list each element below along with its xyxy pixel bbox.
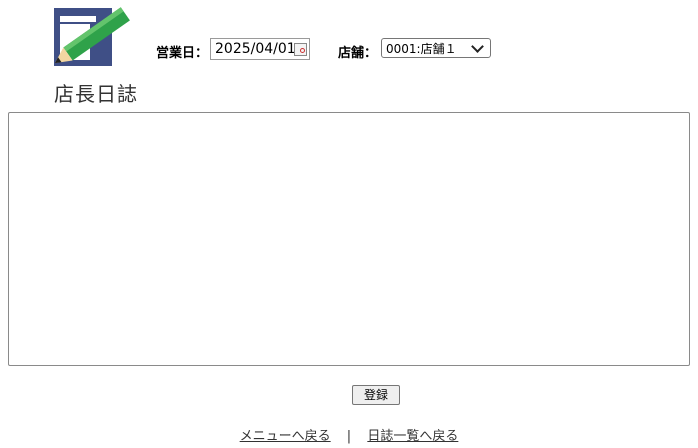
business-date-value: 2025/04/01 [215,41,294,57]
store-select[interactable]: 0001:店舗１ [381,38,491,58]
back-to-diary-list-link[interactable]: 日誌一覧へ戻る [367,429,458,444]
calendar-icon[interactable] [294,42,307,56]
app-logo: 店長日誌 [52,6,152,106]
back-to-menu-link[interactable]: メニューへ戻る [240,429,331,444]
register-button[interactable]: 登録 [352,385,400,405]
store-label: 店舗： [338,46,378,61]
pencil-notebook-icon [54,7,130,66]
business-date-input[interactable]: 2025/04/01 [210,38,310,60]
footer-links: メニューへ戻る | 日誌一覧へ戻る [0,425,698,444]
page: 店長日誌 営業日： 2025/04/01 店舗： 0001:店舗１ 登録 メニュ… [0,0,698,448]
link-separator: | [346,429,352,444]
logo-title: 店長日誌 [54,82,138,106]
diary-textarea[interactable] [8,112,690,366]
business-date-label: 営業日： [156,46,209,61]
store-selected-value: 0001:店舗１ [386,41,457,56]
chevron-down-icon [471,39,484,53]
